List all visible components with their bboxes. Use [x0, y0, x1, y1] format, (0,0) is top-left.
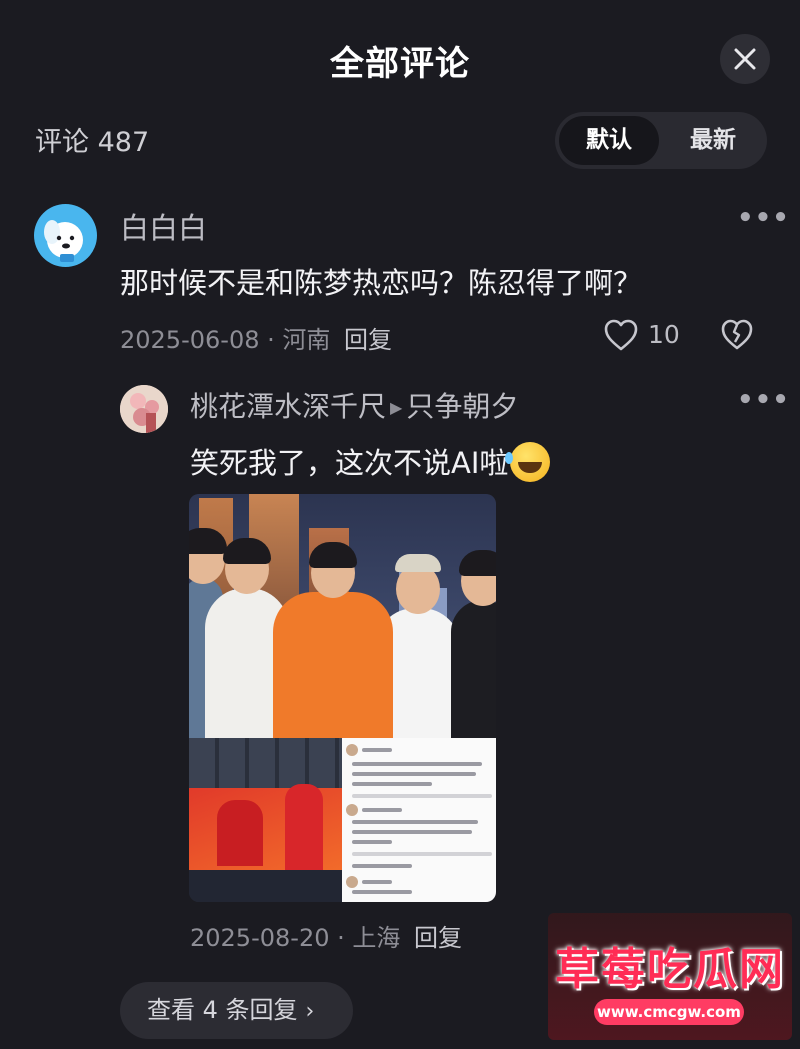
meta-separator: · — [337, 924, 353, 952]
heart-icon[interactable] — [603, 318, 639, 352]
view-replies-label: 查看 4 条回复 — [147, 996, 298, 1024]
reply-date: 2025-08-20 — [190, 924, 330, 952]
watermark-logo: 草莓吃瓜网 www.cmcgw.com — [548, 913, 792, 1040]
watermark-url: www.cmcgw.com — [594, 999, 744, 1025]
sort-toggle: 默认 最新 — [555, 112, 767, 169]
comments-header: 全部评论 — [0, 0, 800, 115]
comment-location: 河南 — [282, 326, 331, 354]
close-icon — [734, 48, 756, 70]
reply-to-username[interactable]: 只争朝夕 — [406, 390, 518, 423]
reply-arrow-icon: ▶ — [390, 398, 403, 417]
comment-date: 2025-06-08 — [120, 326, 260, 354]
close-button[interactable] — [720, 34, 770, 84]
more-options-icon[interactable]: ••• — [737, 385, 790, 415]
chevron-right-icon: › — [305, 999, 315, 1024]
reply-button[interactable]: 回复 — [344, 326, 392, 354]
reply-text-line: 笑死我了，这次不说AI啦 — [190, 440, 551, 485]
comment-count: 评论 487 — [35, 127, 150, 158]
watermark-title: 草莓吃瓜网 — [555, 944, 785, 995]
reply-meta: 2025-08-20 · 上海 回复 — [190, 918, 462, 953]
sort-latest-button[interactable]: 最新 — [663, 116, 763, 165]
avatar[interactable] — [34, 204, 97, 267]
reply-button[interactable]: 回复 — [414, 924, 462, 952]
comment-meta: 2025-06-08 · 河南 回复 — [120, 320, 392, 355]
comment-text: 那时候不是和陈梦热恋吗？陈忍得了啊？ — [120, 266, 643, 300]
flower-avatar-icon — [120, 385, 168, 433]
comment-username[interactable]: 白白白 — [120, 205, 207, 247]
laughing-emoji-icon — [505, 442, 551, 482]
reply-username[interactable]: 桃花潭水深千尺 — [190, 390, 386, 423]
stadium-photo — [189, 738, 342, 902]
reply-location: 上海 — [352, 924, 401, 952]
comment-screenshot — [342, 738, 496, 902]
reply-image[interactable] — [189, 494, 496, 902]
reply-text: 笑死我了，这次不说AI啦 — [190, 446, 509, 480]
broken-heart-icon[interactable] — [720, 318, 754, 352]
reply-username-line: 桃花潭水深千尺 ▶ 只争朝夕 — [190, 385, 518, 425]
reply-avatar[interactable] — [120, 385, 168, 433]
dog-avatar-icon — [44, 220, 83, 262]
group-photo — [189, 494, 496, 738]
meta-separator: · — [267, 326, 283, 354]
more-options-icon[interactable]: ••• — [737, 203, 790, 233]
view-replies-button[interactable]: 查看 4 条回复 › — [120, 982, 353, 1039]
page-title: 全部评论 — [330, 44, 470, 84]
sort-default-button[interactable]: 默认 — [559, 116, 659, 165]
like-count: 10 — [648, 320, 680, 349]
